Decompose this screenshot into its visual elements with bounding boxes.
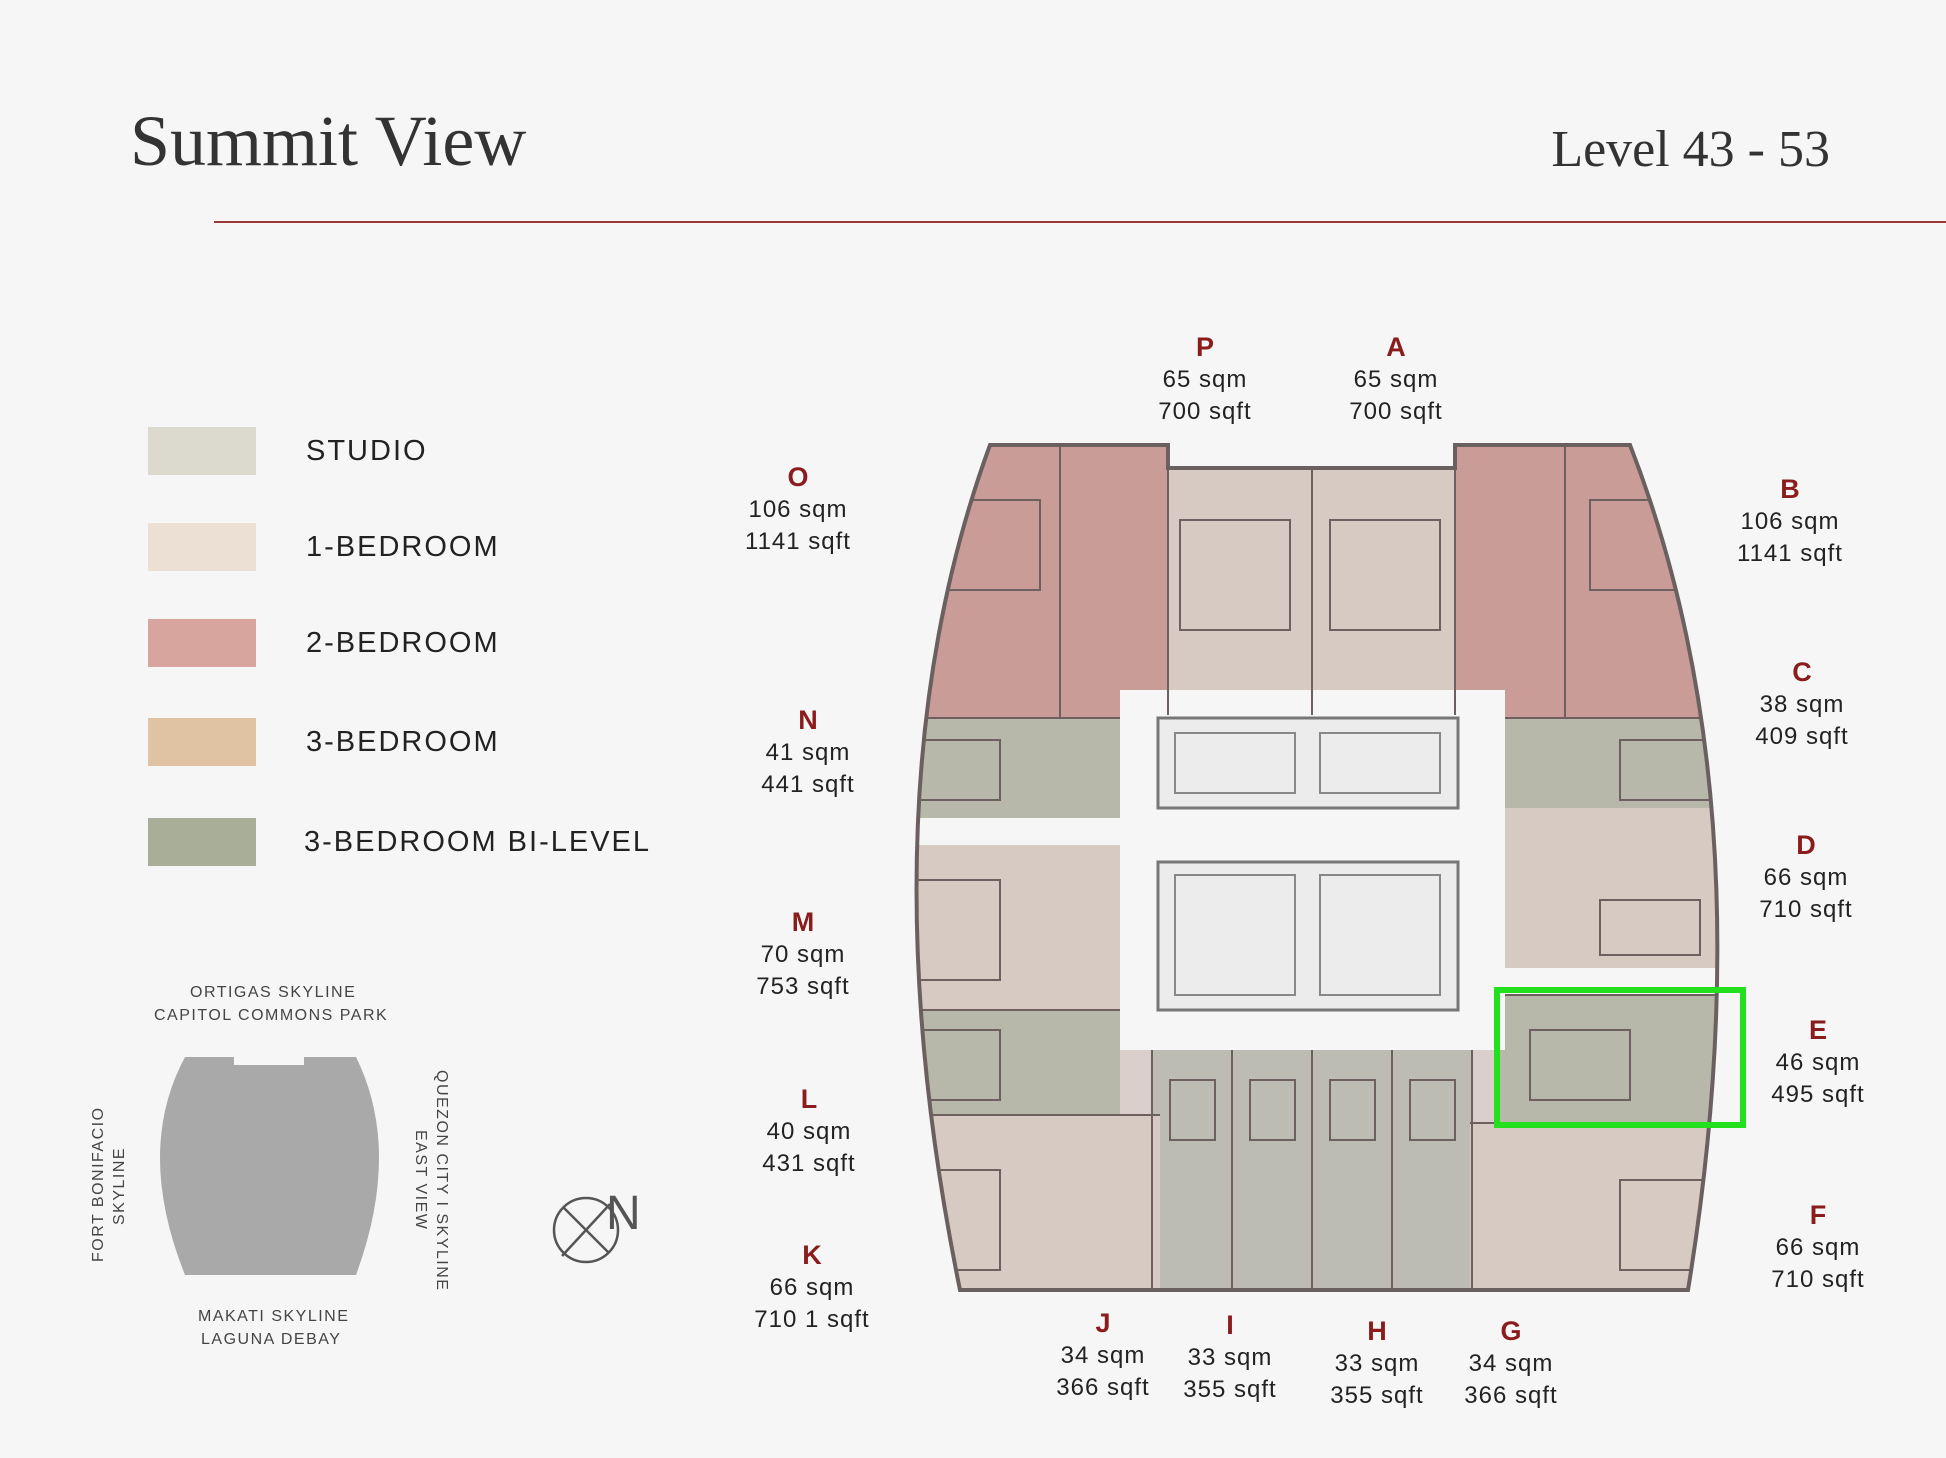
unit-n-area	[916, 718, 1120, 818]
unit-letter: F	[1809, 1200, 1827, 1230]
unit-letter: K	[802, 1240, 822, 1270]
unit-letter: P	[1195, 332, 1214, 362]
unit-label-g: G 34 sqm 366 sqft	[1421, 1314, 1601, 1412]
unit-sqm: 38 sqm	[1759, 691, 1845, 718]
unit-sqft: 753 sqft	[756, 973, 850, 1000]
unit-label-e: E 46 sqm 495 sqft	[1728, 1013, 1908, 1111]
unit-sqm: 70 sqm	[760, 941, 846, 968]
unit-letter: C	[1792, 657, 1812, 687]
unit-sqft: 441 sqft	[761, 771, 855, 798]
unit-m-area	[916, 845, 1120, 1010]
unit-sqm: 41 sqm	[765, 739, 851, 766]
unit-sqm: 65 sqm	[1353, 366, 1439, 393]
unit-sqft: 366 sqft	[1464, 1382, 1558, 1409]
unit-o-area	[916, 445, 1170, 720]
unit-sqft: 1141 sqft	[745, 528, 851, 555]
unit-sqft: 431 sqft	[762, 1150, 856, 1177]
unit-sqft: 710 1 sqft	[754, 1306, 870, 1333]
unit-label-d: D 66 sqm 710 sqft	[1716, 828, 1896, 926]
unit-label-n: N 41 sqm 441 sqft	[718, 703, 898, 801]
unit-sqft: 1141 sqft	[1737, 540, 1843, 567]
unit-sqm: 66 sqm	[769, 1274, 855, 1301]
unit-sqft: 700 sqft	[1158, 398, 1252, 425]
unit-sqft: 409 sqft	[1755, 723, 1849, 750]
unit-label-c: C 38 sqm 409 sqft	[1712, 655, 1892, 753]
unit-letter: L	[800, 1084, 818, 1114]
unit-label-m: M 70 sqm 753 sqft	[713, 905, 893, 1003]
unit-sqm: 46 sqm	[1775, 1049, 1861, 1076]
unit-letter: M	[791, 907, 815, 937]
unit-letter: D	[1796, 830, 1816, 860]
unit-letter: O	[787, 462, 809, 492]
unit-sqm: 34 sqm	[1468, 1350, 1554, 1377]
unit-sqm: 106 sqm	[748, 496, 848, 523]
unit-letter: E	[1808, 1015, 1827, 1045]
unit-label-l: L 40 sqm 431 sqft	[719, 1082, 899, 1180]
unit-letter: N	[798, 705, 818, 735]
unit-sqft: 700 sqft	[1349, 398, 1443, 425]
floor-plan	[914, 443, 1746, 1292]
unit-sqm: 106 sqm	[1740, 508, 1840, 535]
unit-label-o: O 106 sqm 1141 sqft	[708, 460, 888, 558]
unit-label-p: P 65 sqm 700 sqft	[1115, 330, 1295, 428]
unit-sqft: 710 sqft	[1759, 896, 1853, 923]
unit-label-a: A 65 sqm 700 sqft	[1306, 330, 1486, 428]
unit-label-f: F 66 sqm 710 sqft	[1728, 1198, 1908, 1296]
unit-letter: A	[1386, 332, 1406, 362]
unit-sqm: 40 sqm	[766, 1118, 852, 1145]
unit-letter: B	[1780, 474, 1800, 504]
unit-sqft: 495 sqft	[1771, 1081, 1865, 1108]
unit-fills	[916, 445, 1718, 1290]
unit-sqm: 65 sqm	[1162, 366, 1248, 393]
unit-label-b: B 106 sqm 1141 sqft	[1700, 472, 1880, 570]
unit-sqft: 710 sqft	[1771, 1266, 1865, 1293]
unit-k-area	[916, 1115, 1160, 1290]
unit-letter: G	[1500, 1316, 1522, 1346]
unit-sqm: 66 sqm	[1763, 864, 1849, 891]
unit-sqm: 66 sqm	[1775, 1234, 1861, 1261]
unit-label-k: K 66 sqm 710 1 sqft	[722, 1238, 902, 1336]
